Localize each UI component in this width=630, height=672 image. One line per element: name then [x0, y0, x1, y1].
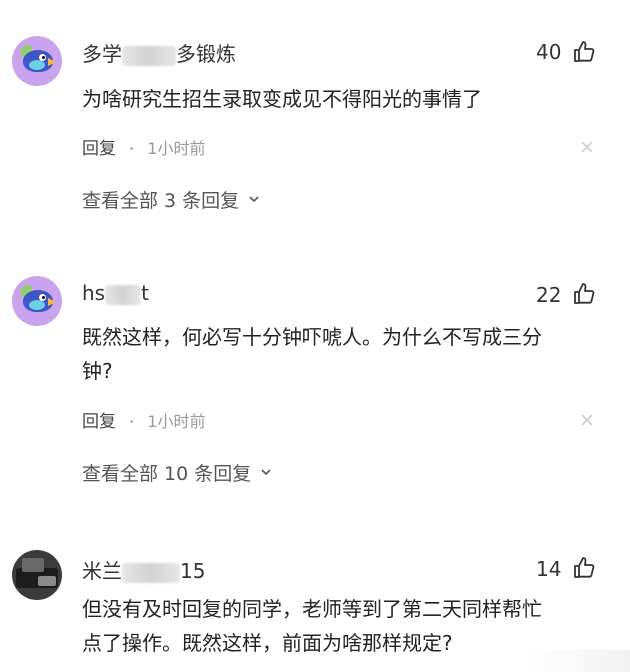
like-count[interactable]: 14: [536, 557, 561, 581]
like-count-value: 40: [536, 40, 562, 64]
comment-text: 为啥研究生招生录取变成见不得阳光的事情了: [82, 82, 602, 116]
username[interactable]: 米兰 15: [82, 555, 205, 584]
like-count-value: 14: [536, 557, 562, 581]
view-all-replies-link[interactable]: 查看全部 10 条回复: [82, 459, 271, 486]
comment-meta: 回复 · 1小时前: [82, 407, 205, 432]
username-start: 多学: [82, 42, 122, 66]
redacted-name: [105, 284, 142, 305]
meta-separator: ·: [129, 412, 135, 431]
view-replies-label: 查看全部 3 条回复: [82, 190, 240, 212]
user-avatar[interactable]: [12, 550, 62, 600]
view-replies-label: 查看全部 10 条回复: [82, 463, 252, 485]
comment-time: 1小时前: [147, 139, 206, 158]
comment-text-line: 点了操作。既然这样，前面为啥那样规定?: [82, 631, 453, 655]
username-end: 多锻炼: [176, 42, 236, 66]
chevron-down-icon: [249, 196, 259, 203]
like-count[interactable]: 40: [536, 40, 561, 64]
redacted-name: [122, 45, 176, 66]
meta-separator: ·: [129, 139, 135, 158]
close-icon[interactable]: [580, 413, 594, 427]
view-all-replies-link[interactable]: 查看全部 3 条回复: [82, 186, 259, 213]
redacted-name: [122, 562, 180, 583]
comment-text-line: 为啥研究生招生录取变成见不得阳光的事情了: [82, 87, 482, 111]
reply-button[interactable]: 回复: [82, 139, 116, 159]
close-icon[interactable]: [580, 140, 594, 154]
comment-text-line: 钟?: [82, 359, 113, 383]
watermark: [528, 650, 630, 672]
user-avatar[interactable]: [12, 276, 62, 326]
reply-button[interactable]: 回复: [82, 412, 116, 432]
comment-time: 1小时前: [147, 412, 206, 431]
comment-text: 既然这样，何必写十分钟吓唬人。为什么不写成三分 钟?: [82, 320, 602, 388]
like-count[interactable]: 22: [536, 283, 561, 307]
username-start: hs: [82, 281, 106, 305]
chevron-down-icon: [261, 469, 271, 476]
username-end: t: [141, 281, 149, 305]
username-start: 米兰: [82, 559, 122, 583]
comment-meta: 回复 · 1小时前: [82, 134, 205, 159]
comment-text-line: 但没有及时回复的同学，老师等到了第二天同样帮忙: [82, 597, 542, 621]
username[interactable]: 多学 多锻炼: [82, 38, 236, 67]
thumbs-up-icon[interactable]: [572, 282, 596, 306]
thumbs-up-icon[interactable]: [572, 40, 596, 64]
comment-text: 但没有及时回复的同学，老师等到了第二天同样帮忙 点了操作。既然这样，前面为啥那样…: [82, 592, 602, 660]
comment-text-line: 既然这样，何必写十分钟吓唬人。为什么不写成三分: [82, 325, 542, 349]
like-count-value: 22: [536, 283, 562, 307]
username-end: 15: [180, 559, 206, 583]
user-avatar[interactable]: [12, 36, 62, 86]
username[interactable]: hs t: [82, 281, 149, 305]
thumbs-up-icon[interactable]: [572, 556, 596, 580]
